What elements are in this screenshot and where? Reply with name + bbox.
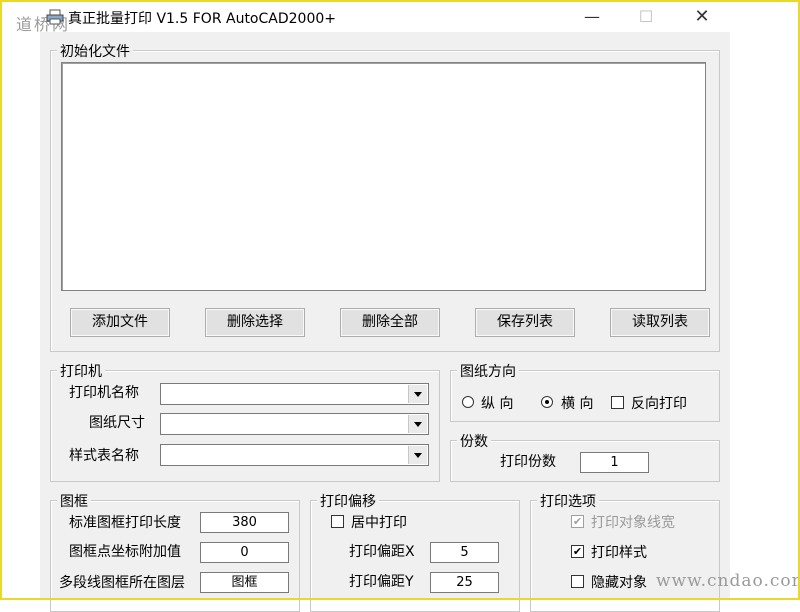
portrait-label[interactable]: 纵 向 [481,393,513,413]
paper-size-combo[interactable] [160,413,429,435]
delete-selected-button[interactable]: 删除选择 [205,308,305,337]
watermark-bottom-right: www.cndao.com [656,571,800,591]
layer-label: 多段线图框所在图层 [59,575,185,591]
style-table-label: 样式表名称 [69,448,139,464]
printer-name-combo[interactable] [160,383,429,405]
std-length-input[interactable]: 380 [200,512,289,533]
landscape-label[interactable]: 横 向 [561,393,593,413]
add-file-button[interactable]: 添加文件 [70,308,170,337]
lineweight-label[interactable]: 打印对象线宽 [591,512,675,532]
printer-name-label: 打印机名称 [69,385,139,401]
copies-group-label: 份数 [457,431,491,451]
offset-x-label: 打印偏距X [349,544,415,560]
maximize-button[interactable]: ☐ [623,6,669,30]
plotstyle-label[interactable]: 打印样式 [591,542,647,562]
chevron-down-icon[interactable] [408,446,427,464]
style-table-combo[interactable] [160,444,429,466]
title-bar[interactable]: 道桥网 真正批量打印 V1.5 FOR AutoCAD2000+ — ☐ ✕ [2,2,798,34]
printer-group-label: 打印机 [57,361,105,381]
offset-y-input[interactable]: 25 [430,572,499,593]
save-list-button[interactable]: 保存列表 [475,308,575,337]
delete-all-button[interactable]: 删除全部 [340,308,440,337]
reverse-print-label[interactable]: 反向打印 [631,393,687,413]
offset-y-label: 打印偏距Y [349,574,414,590]
coord-add-input[interactable]: 0 [200,542,289,563]
offset-x-input[interactable]: 5 [430,542,499,563]
layer-input[interactable]: 图框 [200,572,289,593]
orientation-group-label: 图纸方向 [457,361,519,381]
std-length-label: 标准图框打印长度 [69,515,181,531]
center-print-label[interactable]: 居中打印 [351,512,407,532]
paper-size-label: 图纸尺寸 [89,415,145,431]
print-options-group-label: 打印选项 [537,491,599,511]
reverse-print-checkbox[interactable] [611,396,624,409]
init-files-listbox[interactable] [61,62,706,291]
landscape-radio[interactable] [541,396,553,408]
close-button[interactable]: ✕ [679,6,725,30]
read-list-button[interactable]: 读取列表 [610,308,710,337]
copies-label: 打印份数 [500,454,556,470]
frame-group-label: 图框 [57,491,91,511]
window-title: 真正批量打印 V1.5 FOR AutoCAD2000+ [68,11,336,27]
copies-input[interactable]: 1 [580,452,649,473]
init-files-group-label: 初始化文件 [57,41,133,61]
hide-objects-checkbox[interactable] [571,575,584,588]
center-print-checkbox[interactable] [331,515,344,528]
printer-icon [46,9,64,25]
minimize-button[interactable]: — [569,6,615,30]
lineweight-checkbox[interactable]: ✔ [571,515,584,528]
portrait-radio[interactable] [462,396,474,408]
plotstyle-checkbox[interactable]: ✔ [571,545,584,558]
hide-objects-label[interactable]: 隐藏对象 [591,572,647,592]
chevron-down-icon[interactable] [408,385,427,403]
coord-add-label: 图框点坐标附加值 [69,544,181,560]
offset-group-label: 打印偏移 [317,491,379,511]
chevron-down-icon[interactable] [408,415,427,433]
